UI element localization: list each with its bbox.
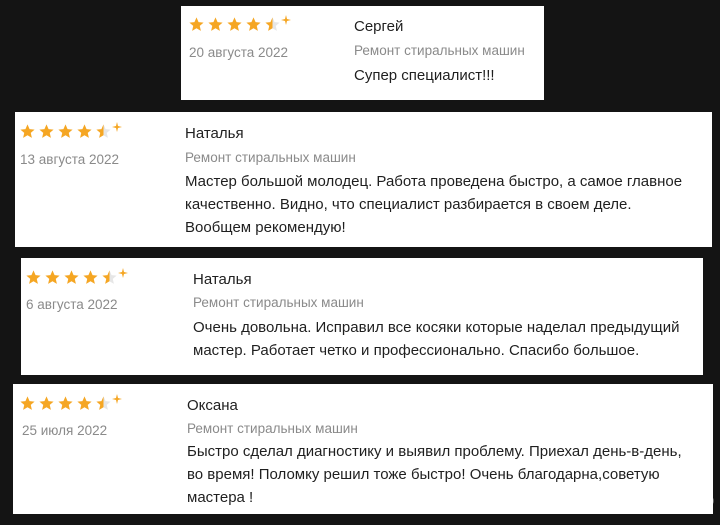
- review-text: Быстро сделал диагностику и выявил пробл…: [187, 440, 682, 509]
- review-card: 6 августа 2022 Наталья Ремонт стиральных…: [21, 258, 703, 375]
- star-full-icon: [226, 16, 243, 33]
- sparkle-icon: [112, 393, 122, 404]
- sparkle-icon: [112, 121, 122, 132]
- star-full-icon: [63, 269, 80, 286]
- star-full-icon: [19, 395, 36, 412]
- reviewer-name: Оксана: [187, 397, 238, 414]
- star-full-icon: [245, 16, 262, 33]
- star-full-icon: [76, 123, 93, 140]
- review-text-line: Мастер большой молодец. Работа проведена…: [185, 173, 683, 190]
- review-date: 25 июля 2022: [22, 423, 108, 438]
- star-full-icon: [188, 16, 205, 33]
- review-card: 20 августа 2022 Сергей Ремонт стиральных…: [181, 6, 544, 100]
- rating-stars: [25, 267, 128, 286]
- service-category: Ремонт стиральных машин: [354, 43, 525, 58]
- star-full-icon: [207, 16, 224, 33]
- reviewer-name: Сергей: [354, 18, 404, 35]
- star-full-icon: [38, 123, 55, 140]
- sparkle-icon: [281, 14, 291, 25]
- rating-stars: [19, 393, 122, 412]
- service-category: Ремонт стиральных машин: [185, 150, 356, 165]
- service-category: Ремонт стиральных машин: [187, 421, 358, 436]
- star-half-icon: [95, 123, 112, 140]
- rating-stars: [188, 14, 291, 33]
- review-text: Супер специалист!!!: [354, 64, 495, 87]
- avito-logo-icon: [612, 485, 642, 515]
- review-text-line: качественно. Видно, что специалист разби…: [185, 196, 632, 213]
- star-full-icon: [19, 123, 36, 140]
- review-date: 6 августа 2022: [26, 297, 118, 312]
- sparkle-icon: [118, 267, 128, 278]
- review-text-line: Быстро сделал диагностику и выявил пробл…: [187, 443, 682, 460]
- star-half-icon: [101, 269, 118, 286]
- star-full-icon: [57, 395, 74, 412]
- review-card: 25 июля 2022 Оксана Ремонт стиральных ма…: [13, 384, 713, 514]
- rating-stars: [19, 121, 122, 140]
- service-category: Ремонт стиральных машин: [193, 295, 364, 310]
- review-text-line: Очень довольна. Исправил все косяки кото…: [193, 319, 680, 336]
- review-text-line: мастера !: [187, 489, 254, 506]
- reviewer-name: Наталья: [193, 271, 252, 288]
- review-date: 20 августа 2022: [189, 45, 289, 60]
- review-date: 13 августа 2022: [20, 152, 120, 167]
- star-full-icon: [82, 269, 99, 286]
- review-card: 13 августа 2022 Наталья Ремонт стиральны…: [15, 112, 712, 247]
- star-full-icon: [38, 395, 55, 412]
- star-half-icon: [264, 16, 281, 33]
- star-full-icon: [76, 395, 93, 412]
- review-text: Мастер большой молодец. Работа проведена…: [185, 170, 682, 239]
- star-full-icon: [44, 269, 61, 286]
- reviewer-name: Наталья: [185, 125, 244, 142]
- star-full-icon: [25, 269, 42, 286]
- review-text-line: Вообщем рекомендую!: [185, 219, 346, 236]
- review-text: Очень довольна. Исправил все косяки кото…: [193, 316, 680, 362]
- star-full-icon: [57, 123, 74, 140]
- review-text-line: Супер специалист!!!: [354, 67, 495, 84]
- review-text-line: мастер. Работает четко и профессионально…: [193, 342, 640, 359]
- review-text-line: во время! Поломку решил тоже быстро! Оче…: [187, 466, 660, 483]
- star-half-icon: [95, 395, 112, 412]
- watermark-text: Avito: [646, 484, 715, 514]
- avito-watermark: Avito: [612, 484, 715, 515]
